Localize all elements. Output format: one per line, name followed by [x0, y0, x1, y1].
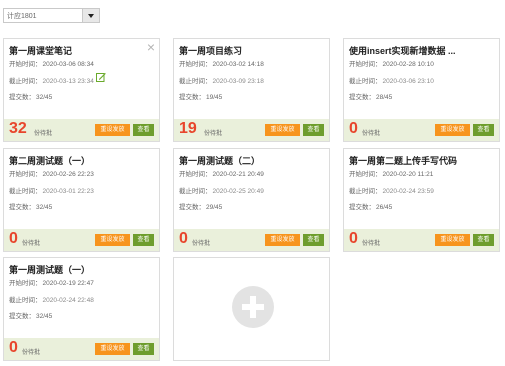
submit-count: 提交数：29/45 [179, 204, 223, 211]
end-time: 截止时间：2020-02-25 20:49 [179, 188, 264, 195]
class-select[interactable]: 计应1801 [3, 8, 100, 23]
pending-count: 19 [179, 120, 197, 137]
card-footer: 0 份待批 重设发放 查看 [344, 119, 499, 141]
card-footer: 0 份待批 重设发放 查看 [344, 229, 499, 251]
end-time: 截止时间：2020-03-09 23:18 [179, 78, 264, 85]
view-button[interactable]: 查看 [133, 124, 154, 136]
start-time: 开始时间：2020-03-02 14:18 [179, 61, 264, 68]
pending-count: 0 [349, 120, 358, 137]
end-time: 截止时间：2020-03-13 23:34 [9, 78, 94, 85]
view-button[interactable]: 查看 [303, 234, 324, 246]
start-time: 开始时间：2020-02-28 10:10 [349, 61, 434, 68]
close-icon[interactable]: × [147, 40, 155, 54]
pending-count: 0 [349, 230, 358, 247]
assignment-card: × 第一周课堂笔记 开始时间：2020-03-06 08:34 截止时间：202… [3, 38, 160, 142]
card-title: 第一周第二题上传手写代码 [349, 156, 458, 166]
reset-button[interactable]: 重设发放 [435, 124, 470, 136]
pending-count: 0 [9, 339, 18, 356]
edit-icon[interactable] [96, 72, 106, 82]
add-assignment-card[interactable] [173, 257, 330, 361]
assignment-card: 使用insert实现新增数据 ... 开始时间：2020-02-28 10:10… [343, 38, 500, 142]
pending-label: 份待批 [22, 350, 41, 356]
view-button[interactable]: 查看 [303, 124, 324, 136]
chevron-down-icon[interactable] [82, 9, 99, 22]
submit-count: 提交数：28/45 [349, 94, 393, 101]
card-footer: 0 份待批 重设发放 查看 [174, 229, 329, 251]
pending-label: 份待批 [34, 131, 53, 137]
reset-button[interactable]: 重设发放 [95, 234, 130, 246]
card-footer: 32 份待批 重设发放 查看 [4, 119, 159, 141]
submit-count: 提交数：32/45 [9, 94, 53, 101]
pending-count: 0 [9, 230, 18, 247]
view-button[interactable]: 查看 [133, 343, 154, 355]
view-button[interactable]: 查看 [473, 124, 494, 136]
submit-count: 提交数：32/45 [9, 204, 53, 211]
start-time: 开始时间：2020-02-20 11:21 [349, 171, 434, 178]
start-time: 开始时间：2020-02-21 20:49 [179, 171, 264, 178]
pending-count: 0 [179, 230, 188, 247]
pending-label: 份待批 [362, 131, 381, 137]
start-time: 开始时间：2020-02-26 22:23 [9, 171, 94, 178]
card-footer: 0 份待批 重设发放 查看 [4, 338, 159, 360]
submit-count: 提交数：19/45 [179, 94, 223, 101]
submit-count: 提交数：32/45 [9, 313, 53, 320]
card-title: 第一周测试题（二） [179, 156, 261, 166]
end-time: 截止时间：2020-03-06 23:10 [349, 78, 434, 85]
assignment-card: 第一周第二题上传手写代码 开始时间：2020-02-20 11:21 截止时间：… [343, 148, 500, 252]
assignment-card: 第一周项目练习 开始时间：2020-03-02 14:18 截止时间：2020-… [173, 38, 330, 142]
pending-label: 份待批 [22, 241, 41, 247]
pending-label: 份待批 [204, 131, 223, 137]
end-time: 截止时间：2020-02-24 23:59 [349, 188, 434, 195]
card-title: 第二周测试题（一） [9, 156, 91, 166]
assignment-card: 第一周测试题（二） 开始时间：2020-02-21 20:49 截止时间：202… [173, 148, 330, 252]
card-footer: 19 份待批 重设发放 查看 [174, 119, 329, 141]
assignment-card: 第二周测试题（一） 开始时间：2020-02-26 22:23 截止时间：202… [3, 148, 160, 252]
view-button[interactable]: 查看 [133, 234, 154, 246]
reset-button[interactable]: 重设发放 [435, 234, 470, 246]
reset-button[interactable]: 重设发放 [265, 234, 300, 246]
submit-count: 提交数：26/45 [349, 204, 393, 211]
assignment-card: 第一周测试题（一） 开始时间：2020-02-19 22:47 截止时间：202… [3, 257, 160, 361]
start-time: 开始时间：2020-02-19 22:47 [9, 280, 94, 287]
view-button[interactable]: 查看 [473, 234, 494, 246]
pending-label: 份待批 [362, 241, 381, 247]
card-footer: 0 份待批 重设发放 查看 [4, 229, 159, 251]
end-time: 截止时间：2020-02-24 22:48 [9, 297, 94, 304]
card-title: 第一周课堂笔记 [9, 46, 73, 56]
reset-button[interactable]: 重设发放 [95, 124, 130, 136]
card-title: 第一周项目练习 [179, 46, 243, 56]
class-select-value: 计应1801 [7, 13, 37, 20]
pending-count: 32 [9, 120, 27, 137]
reset-button[interactable]: 重设发放 [95, 343, 130, 355]
reset-button[interactable]: 重设发放 [265, 124, 300, 136]
plus-icon[interactable] [232, 286, 274, 328]
card-title: 使用insert实现新增数据 ... [349, 46, 456, 56]
end-time: 截止时间：2020-03-01 22:23 [9, 188, 94, 195]
card-title: 第一周测试题（一） [9, 265, 91, 275]
pending-label: 份待批 [192, 241, 211, 247]
start-time: 开始时间：2020-03-06 08:34 [9, 61, 94, 68]
